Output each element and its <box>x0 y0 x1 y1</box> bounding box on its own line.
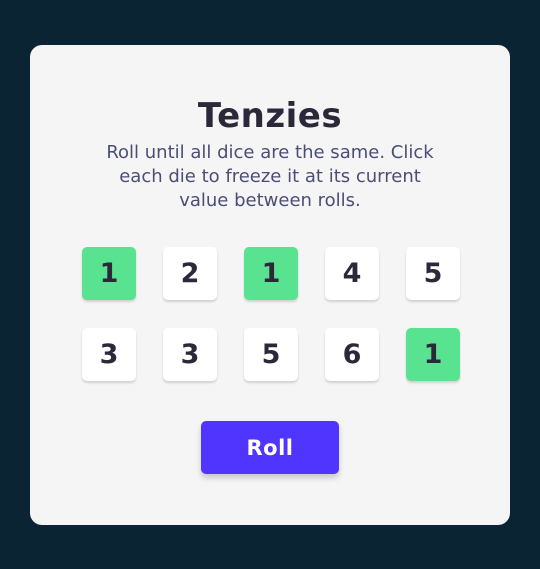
die-6[interactable]: 3 <box>82 328 136 381</box>
die-3[interactable]: 1 <box>244 247 298 300</box>
game-instructions: Roll until all dice are the same. Click … <box>106 142 434 211</box>
die-2[interactable]: 2 <box>163 247 217 300</box>
dice-grid: 1 2 1 4 5 3 3 5 6 1 <box>82 247 460 381</box>
die-1[interactable]: 1 <box>82 247 136 300</box>
die-8[interactable]: 5 <box>244 328 298 381</box>
die-7[interactable]: 3 <box>163 328 217 381</box>
game-title: Tenzies <box>197 96 343 136</box>
roll-button[interactable]: Roll <box>201 421 339 474</box>
die-4[interactable]: 4 <box>325 247 379 300</box>
die-5[interactable]: 5 <box>406 247 460 300</box>
die-9[interactable]: 6 <box>325 328 379 381</box>
die-10[interactable]: 1 <box>406 328 460 381</box>
